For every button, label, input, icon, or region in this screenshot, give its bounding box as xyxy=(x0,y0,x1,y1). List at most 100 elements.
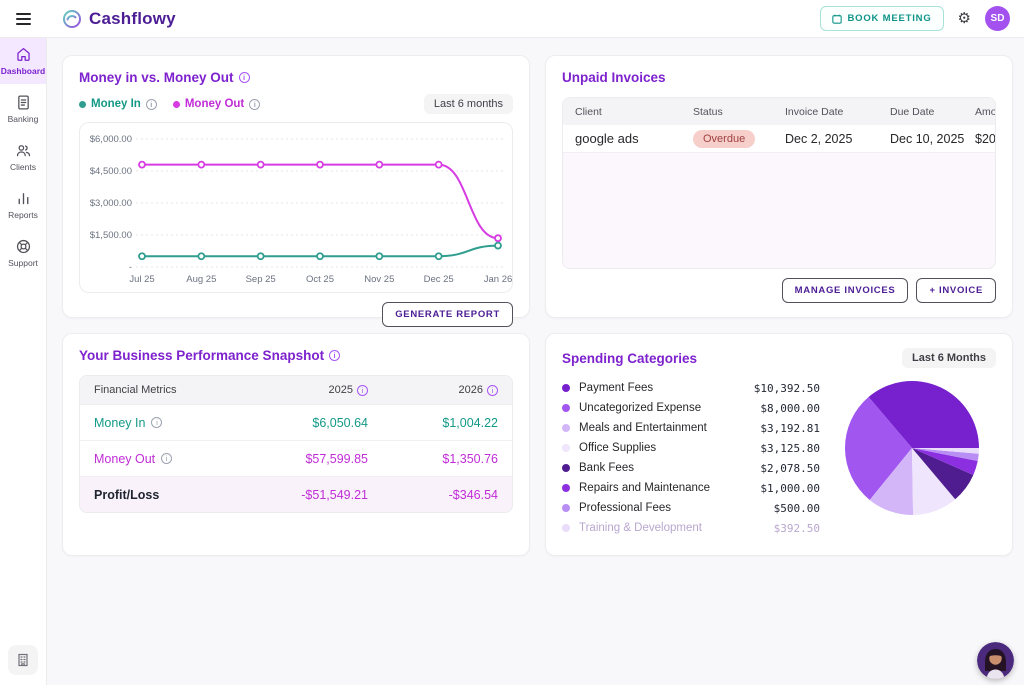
invoice-client: google ads xyxy=(575,131,693,146)
col-financial-metrics: Financial Metrics xyxy=(94,384,218,396)
svg-text:-: - xyxy=(129,262,132,273)
sidebar-item-dashboard[interactable]: Dashboard xyxy=(0,38,46,84)
building-icon xyxy=(16,653,30,667)
category-dot-icon xyxy=(562,484,570,492)
info-icon[interactable]: i xyxy=(249,99,260,110)
book-meeting-button[interactable]: BOOK MEETING xyxy=(820,6,944,31)
spending-item: Payment Fees$10,392.50 xyxy=(562,378,820,398)
category-dot-icon xyxy=(562,524,570,532)
support-agent-avatar xyxy=(977,642,1014,679)
svg-text:$3,000.00: $3,000.00 xyxy=(90,198,132,209)
money-out-2025: $57,599.85 xyxy=(218,452,368,466)
cashflowy-swirl-icon xyxy=(61,8,83,30)
legend-money-out-label: Money Out xyxy=(185,98,244,110)
category-amount: $500.00 xyxy=(774,502,820,515)
info-icon[interactable]: i xyxy=(151,417,162,428)
app-title: Cashflowy xyxy=(89,9,176,29)
category-label: Professional Fees xyxy=(579,502,671,514)
money-in-2025: $6,050.64 xyxy=(218,416,368,430)
category-label: Repairs and Maintenance xyxy=(579,482,710,494)
money-out-2026: $1,350.76 xyxy=(368,452,498,466)
sidebar: Dashboard Banking Clients Reports Suppor… xyxy=(0,38,47,685)
calendar-icon xyxy=(832,14,842,24)
category-amount: $3,125.80 xyxy=(760,442,820,455)
spending-title: Spending Categories xyxy=(562,351,697,366)
spending-item: Professional Fees $500.00 xyxy=(562,498,820,518)
spending-item: Office Supplies$3,125.80 xyxy=(562,438,820,458)
col-invoice-date: Invoice Date xyxy=(785,106,890,118)
invoices-table: Client Status Invoice Date Due Date Amou… xyxy=(562,97,996,269)
money-flow-card: Money in vs. Money Out i Money In i Mone… xyxy=(62,55,530,318)
svg-text:Oct 25: Oct 25 xyxy=(306,274,334,285)
category-label: Payment Fees xyxy=(579,382,653,394)
chat-widget-button[interactable] xyxy=(977,642,1014,679)
sidebar-item-clients[interactable]: Clients xyxy=(0,134,46,180)
performance-table: Financial Metrics 2025i 2026i Money Ini … xyxy=(79,375,513,513)
sidebar-item-reports[interactable]: Reports xyxy=(0,182,46,228)
info-icon[interactable]: i xyxy=(357,385,368,396)
money-out-label: Money Out xyxy=(94,452,155,466)
invoice-amount: $2000.00 xyxy=(975,132,996,146)
unpaid-invoices-title: Unpaid Invoices xyxy=(562,70,666,85)
top-bar: Cashflowy BOOK MEETING ⚙ SD xyxy=(0,0,1024,38)
invoice-due-date: Dec 10, 2025 xyxy=(890,132,975,146)
hamburger-bars xyxy=(16,13,31,25)
sidebar-item-banking[interactable]: Banking xyxy=(0,86,46,132)
category-dot-icon xyxy=(562,464,570,472)
sidebar-label: Clients xyxy=(10,162,36,172)
spending-card: Spending Categories Last 6 Months Paymen… xyxy=(545,333,1013,556)
money-in-dot-icon xyxy=(79,101,86,108)
svg-text:$1,500.00: $1,500.00 xyxy=(90,230,132,241)
info-icon[interactable]: i xyxy=(487,385,498,396)
line-chart: $6,000.00$4,500.00$3,000.00$1,500.00-Jul… xyxy=(79,122,513,293)
organization-button[interactable] xyxy=(8,645,38,675)
invoices-table-header: Client Status Invoice Date Due Date Amou… xyxy=(563,98,995,125)
book-meeting-label: BOOK MEETING xyxy=(848,13,932,24)
spending-item: Repairs and Maintenance$1,000.00 xyxy=(562,478,820,498)
user-avatar[interactable]: SD xyxy=(985,6,1010,31)
row-profit-loss: Profit/Loss -$51,549.21 -$346.54 xyxy=(80,476,512,512)
manage-invoices-button[interactable]: MANAGE INVOICES xyxy=(782,278,909,303)
hamburger-menu-icon[interactable] xyxy=(0,13,47,25)
category-dot-icon xyxy=(562,444,570,452)
add-invoice-button[interactable]: + INVOICE xyxy=(916,278,996,303)
row-money-in: Money Ini $6,050.64 $1,004.22 xyxy=(80,404,512,440)
svg-text:Sep 25: Sep 25 xyxy=(246,274,276,285)
range-badge: Last 6 months xyxy=(424,94,513,114)
category-amount: $392.50 xyxy=(774,522,820,535)
spending-item: Uncategorized Expense$8,000.00 xyxy=(562,398,820,418)
performance-card: Your Business Performance Snapshot i Fin… xyxy=(62,333,530,556)
sidebar-item-support[interactable]: Support xyxy=(0,230,46,276)
spending-pie-chart xyxy=(842,378,982,518)
sidebar-label: Support xyxy=(8,258,38,268)
spending-item: Meals and Entertainment$3,192.81 xyxy=(562,418,820,438)
legend-money-in-label: Money In xyxy=(91,98,141,110)
row-money-out: Money Out i $57,599.85 $1,350.76 xyxy=(80,440,512,476)
info-icon[interactable]: i xyxy=(146,99,157,110)
svg-text:Jan 26: Jan 26 xyxy=(484,274,512,285)
col-2025: 2025 xyxy=(329,384,353,396)
svg-text:Nov 25: Nov 25 xyxy=(364,274,394,285)
legend-money-out: Money Out i xyxy=(173,98,260,110)
svg-text:$4,500.00: $4,500.00 xyxy=(90,166,132,177)
category-label: Bank Fees xyxy=(579,462,634,474)
people-icon xyxy=(15,142,32,159)
money-in-2026: $1,004.22 xyxy=(368,416,498,430)
money-out-dot-icon xyxy=(173,101,180,108)
app-logo: Cashflowy xyxy=(61,8,176,30)
category-label: Uncategorized Expense xyxy=(579,402,701,414)
info-icon[interactable]: i xyxy=(329,350,340,361)
svg-text:Aug 25: Aug 25 xyxy=(186,274,216,285)
sidebar-label: Banking xyxy=(8,114,39,124)
info-icon[interactable]: i xyxy=(239,72,250,83)
spending-legend: Payment Fees$10,392.50 Uncategorized Exp… xyxy=(562,378,820,541)
category-amount: $3,192.81 xyxy=(760,422,820,435)
info-icon[interactable]: i xyxy=(161,453,172,464)
col-amount: Amount xyxy=(975,106,996,118)
col-due-date: Due Date xyxy=(890,106,975,118)
col-client: Client xyxy=(575,106,693,118)
profit-loss-2025: -$51,549.21 xyxy=(218,488,368,502)
generate-report-button[interactable]: GENERATE REPORT xyxy=(382,302,513,327)
invoice-row[interactable]: google ads Overdue Dec 2, 2025 Dec 10, 2… xyxy=(563,125,995,153)
gear-icon[interactable]: ⚙ xyxy=(958,11,971,26)
